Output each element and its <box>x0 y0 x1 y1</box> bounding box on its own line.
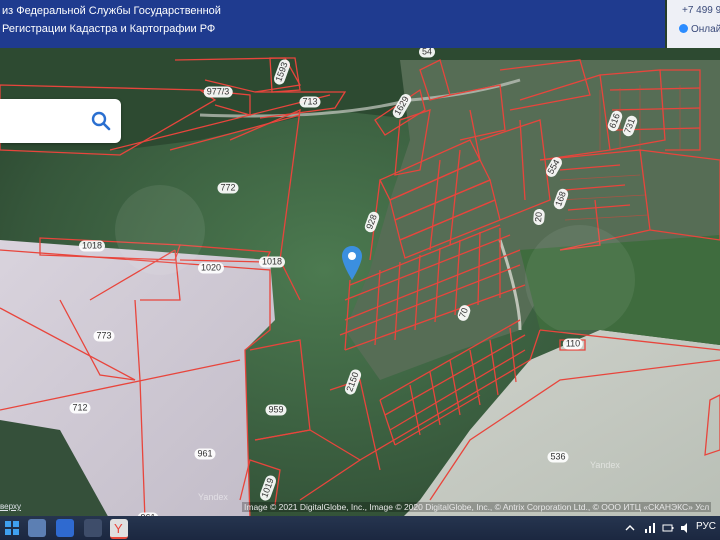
parcel-label-961[interactable]: 961 <box>194 448 216 460</box>
app-icon[interactable] <box>84 519 102 537</box>
file-explorer-icon[interactable] <box>28 519 46 537</box>
parcel-label-1020[interactable]: 1020 <box>197 262 225 274</box>
parcel-label-977/3[interactable]: 977/3 <box>203 86 233 98</box>
chevron-up-icon[interactable] <box>624 522 636 534</box>
location-marker-icon[interactable] <box>342 246 362 280</box>
parcel-label-773[interactable]: 773 <box>93 330 115 342</box>
language-indicator[interactable]: РУС <box>696 521 716 532</box>
screen: 977/3 1593 713 1629 54 772 1018 1018 1020 928 773 7… <box>0 0 720 540</box>
glare <box>525 225 635 335</box>
online-label: Онлайн <box>691 24 720 35</box>
contact-panel: +7 499 9 Онлайн <box>667 0 720 48</box>
volume-icon[interactable] <box>680 522 692 534</box>
parcel-label-536[interactable]: 536 <box>547 451 569 463</box>
attribution-text: Image © 2021 DigitalGlobe, Inc., Image ©… <box>244 502 693 512</box>
parcel-label-772[interactable]: 772 <box>217 182 239 194</box>
search-box <box>0 99 121 143</box>
yandex-watermark: Yandex <box>198 492 228 502</box>
parcel-label-712[interactable]: 712 <box>69 402 91 414</box>
svg-text:Y: Y <box>114 521 123 536</box>
windows-start-icon[interactable] <box>4 520 20 536</box>
online-chat-link[interactable]: Онлайн <box>679 24 720 35</box>
map-attribution: Image © 2021 DigitalGlobe, Inc., Image ©… <box>242 502 712 512</box>
phone-number[interactable]: +7 499 9 <box>682 5 720 16</box>
info-banner: из Федеральной Службы Государственной Ре… <box>0 0 665 48</box>
parcel-label-959[interactable]: 959 <box>265 404 287 416</box>
taskbar: Y РУС <box>0 516 720 540</box>
network-icon[interactable] <box>644 522 656 534</box>
terms-link[interactable]: Усл <box>695 502 709 512</box>
yandex-watermark: Yandex <box>590 460 620 470</box>
battery-icon[interactable] <box>662 522 674 534</box>
parcel-label-1018[interactable]: 1018 <box>258 256 286 268</box>
map-link-cut[interactable]: верху <box>0 502 21 511</box>
search-icon[interactable] <box>89 109 113 133</box>
parcel-label-54[interactable]: 54 <box>418 46 436 58</box>
glare <box>115 185 205 275</box>
yandex-browser-icon[interactable]: Y <box>110 519 128 539</box>
parcel-label-110[interactable]: 110 <box>562 338 584 350</box>
banner-line-2: Регистрации Кадастра и Картографии РФ <box>2 23 216 35</box>
chat-icon <box>679 24 688 33</box>
parcel-label-713[interactable]: 713 <box>299 96 321 108</box>
search-input[interactable] <box>0 99 84 143</box>
parcel-label-1018[interactable]: 1018 <box>78 240 106 252</box>
banner-line-1: из Федеральной Службы Государственной <box>2 5 221 17</box>
app-icon[interactable] <box>56 519 74 537</box>
